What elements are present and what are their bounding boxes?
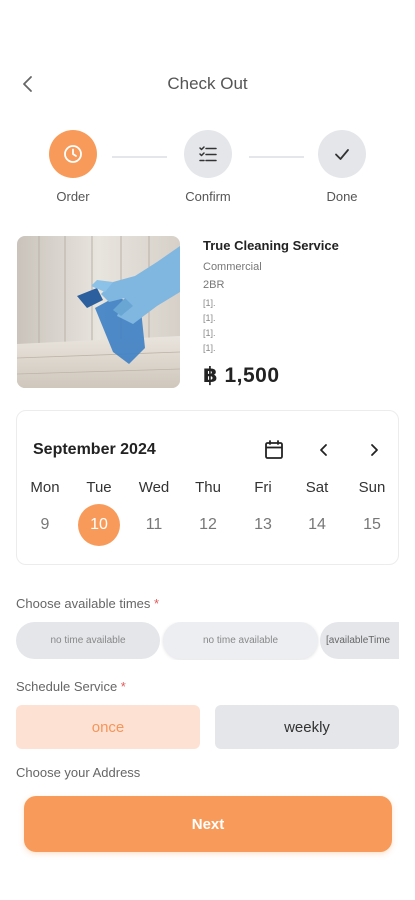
times-label: Choose available times *	[16, 596, 159, 611]
calendar-button[interactable]	[261, 437, 287, 463]
service-detail-item: [1].	[203, 343, 216, 353]
chevron-right-icon	[371, 444, 378, 456]
required-mark: *	[154, 596, 160, 611]
service-size: 2BR	[203, 279, 225, 291]
step-done-label: Done	[326, 189, 358, 204]
weekday-label: Wed	[138, 479, 170, 496]
calendar-day[interactable]: 14	[296, 504, 338, 546]
step-order-label: Order	[56, 189, 90, 204]
step-confirm: Confirm	[168, 130, 248, 204]
weekday-label: Sat	[305, 479, 329, 496]
next-button[interactable]: Next	[24, 796, 392, 852]
weekday-label: Mon	[30, 479, 60, 496]
time-slot-overflow[interactable]: [availableTime	[320, 622, 399, 659]
step-done-circle	[318, 130, 366, 178]
step-connector	[249, 156, 304, 158]
step-confirm-circle	[184, 130, 232, 178]
address-label: Choose your Address	[16, 765, 141, 780]
chevron-left-icon	[320, 444, 327, 456]
service-detail-item: [1].	[203, 313, 216, 323]
service-price: ฿ 1,500	[203, 364, 280, 387]
weekday-label: Tue	[86, 479, 112, 496]
prev-week-button[interactable]	[311, 437, 337, 463]
step-order-circle	[49, 130, 97, 178]
required-mark: *	[120, 679, 126, 694]
step-confirm-label: Confirm	[185, 189, 231, 204]
checklist-icon	[199, 146, 217, 162]
header: Check Out	[0, 70, 415, 100]
service-detail-item: [1].	[203, 298, 216, 308]
service-info: True Cleaning Service Commercial 2BR [1]…	[203, 236, 339, 388]
calendar-icon	[265, 440, 283, 459]
service-details: [1]. [1]. [1]. [1].	[203, 297, 339, 355]
page-title: Check Out	[167, 74, 248, 93]
service-summary: True Cleaning Service Commercial 2BR [1]…	[17, 236, 397, 391]
time-slot[interactable]: no time available	[16, 622, 160, 659]
schedule-weekly-button[interactable]: weekly	[215, 705, 399, 749]
service-detail-item: [1].	[203, 328, 216, 338]
step-done: Done	[302, 130, 382, 204]
clock-icon	[64, 145, 82, 163]
service-title: True Cleaning Service	[203, 238, 339, 253]
schedule-label-text: Schedule Service	[16, 679, 118, 694]
schedule-once-button[interactable]: once	[16, 705, 200, 749]
service-image	[17, 236, 180, 388]
time-slots: no time available no time available [ava…	[16, 622, 399, 660]
calendar-month: September 2024	[33, 441, 156, 458]
calendar-day[interactable]: 12	[187, 504, 229, 546]
time-slot[interactable]: no time available	[163, 622, 318, 659]
step-connector	[112, 156, 167, 158]
step-order: Order	[33, 130, 113, 204]
times-label-text: Choose available times	[16, 596, 151, 611]
date-picker: September 2024 Mon Tue Wed Thu Fri Sat S…	[16, 410, 399, 565]
calendar-day-selected[interactable]: 10	[78, 504, 120, 546]
checkout-stepper: Order Confirm Done	[0, 130, 415, 210]
check-icon	[335, 149, 349, 160]
next-week-button[interactable]	[361, 437, 387, 463]
calendar-day[interactable]: 13	[242, 504, 284, 546]
calendar-day[interactable]: 9	[24, 504, 66, 546]
weekday-label: Thu	[195, 479, 221, 496]
weekday-label: Fri	[254, 479, 272, 496]
service-type: Commercial	[203, 261, 262, 273]
calendar-day[interactable]: 11	[133, 504, 175, 546]
weekday-label: Sun	[358, 479, 386, 496]
calendar-day[interactable]: 15	[351, 504, 393, 546]
schedule-label: Schedule Service *	[16, 679, 126, 694]
